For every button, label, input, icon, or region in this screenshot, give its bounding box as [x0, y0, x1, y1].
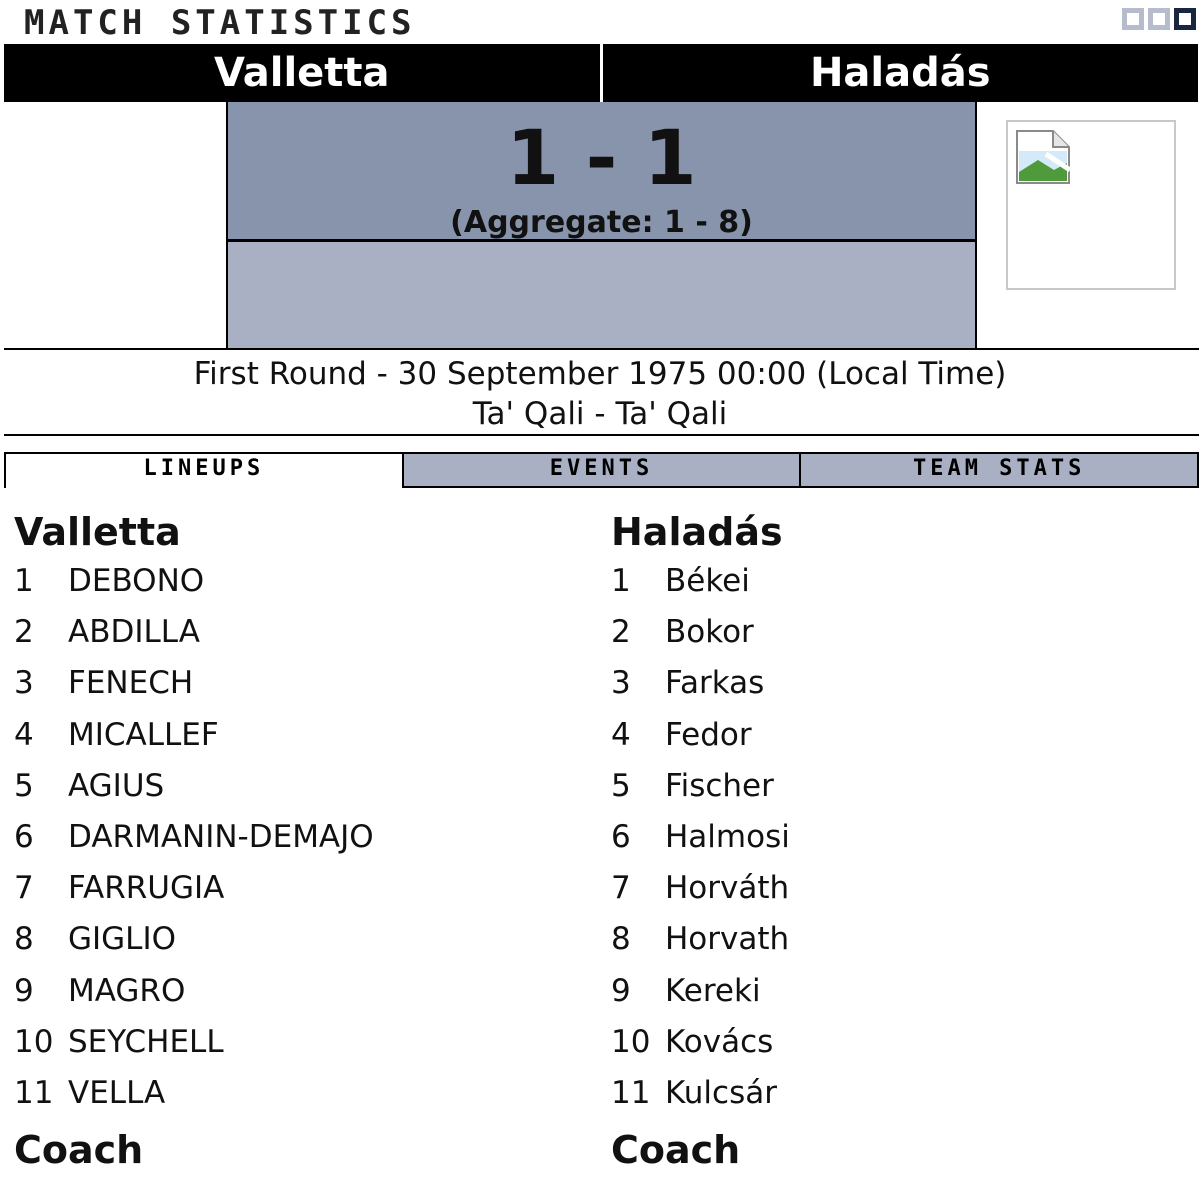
player-name: Bokor [665, 614, 754, 651]
player-number: 8 [14, 921, 34, 958]
player-name: SEYCHELL [68, 1023, 224, 1060]
player-number: 10 [14, 1023, 54, 1060]
home-coach-label: Coach [14, 1128, 144, 1172]
player-number: 7 [14, 870, 34, 907]
player-number: 10 [611, 1023, 651, 1060]
divider [4, 348, 1199, 350]
stats-tabs: LINEUPS EVENTS TEAM STATS [4, 452, 1200, 488]
match-round-date: First Round - 30 September 1975 00:00 (L… [193, 356, 1007, 392]
final-score: 1 - 1 [506, 113, 697, 202]
window-control-icon[interactable] [1122, 8, 1144, 30]
player-number: 4 [14, 716, 34, 753]
player-name: Kereki [665, 972, 761, 1009]
player-row: 2 Bokor [611, 610, 1171, 661]
player-row: 10 Kovács [611, 1020, 1171, 1071]
player-number: 2 [611, 614, 631, 651]
player-row: 1 Békei [611, 559, 1171, 610]
goal-details-area [228, 242, 975, 348]
player-name: Békei [665, 563, 750, 599]
score-display: 1 - 1 (Aggregate: 1 - 8) [228, 102, 975, 242]
score-panel: 1 - 1 (Aggregate: 1 - 8) [226, 102, 977, 348]
player-row: 6 Halmosi [611, 815, 1171, 866]
player-name: MICALLEF [68, 716, 219, 753]
player-row: 7 Horváth [611, 866, 1171, 917]
player-row: 11 Kulcsár [611, 1071, 1171, 1122]
player-number: 3 [611, 665, 631, 702]
player-row: 6 DARMANIN-DEMAJO [14, 815, 574, 866]
player-name: Horváth [665, 870, 790, 907]
player-name: Fischer [665, 767, 774, 804]
tab-team-stats[interactable]: TEAM STATS [799, 452, 1200, 488]
player-name: VELLA [68, 1074, 166, 1111]
home-lineup: Valletta 1 DEBONO 2 ABDILLA 3 FENECH 4 MICAL… [14, 508, 574, 1122]
player-row: 9 MAGRO [14, 969, 574, 1020]
player-name: Fedor [665, 716, 752, 753]
away-coach-label: Coach [611, 1128, 741, 1172]
player-row: 11 VELLA [14, 1071, 574, 1122]
player-row: 5 AGIUS [14, 764, 574, 815]
player-row: 8 Horvath [611, 917, 1171, 968]
player-number: 9 [14, 972, 34, 1009]
divider [4, 434, 1199, 436]
player-row: 10 SEYCHELL [14, 1020, 574, 1071]
player-row: 4 MICALLEF [14, 713, 574, 764]
player-name: AGIUS [68, 767, 165, 804]
player-name: Halmosi [665, 818, 790, 855]
away-lineup-team-name: Haladás [611, 510, 783, 554]
player-number: 5 [14, 767, 34, 804]
player-number: 6 [14, 818, 34, 855]
away-player-list: 1 Békei 2 Bokor 3 Farkas 4 Fedor 5 Fischer 6H… [611, 559, 1171, 1122]
match-venue: Ta' Qali - Ta' Qali [472, 396, 728, 432]
player-name: Kulcsár [665, 1074, 777, 1111]
player-number: 9 [611, 972, 631, 1009]
player-number: 1 [611, 563, 631, 599]
away-team-name: Haladás [809, 50, 991, 96]
player-name: GIGLIO [68, 921, 177, 958]
away-lineup: Haladás 1 Békei 2 Bokor 3 Farkas 4 Fedor 5 Fi… [611, 508, 1171, 1122]
player-row: 9 Kereki [611, 969, 1171, 1020]
player-row: 1 DEBONO [14, 559, 574, 610]
player-name: Horvath [665, 921, 790, 958]
aggregate-score: (Aggregate: 1 - 8) [450, 205, 753, 240]
broken-image-icon [1016, 130, 1070, 184]
tab-lineups[interactable]: LINEUPS [4, 452, 404, 488]
player-row: 5 Fischer [611, 764, 1171, 815]
player-number: 11 [611, 1074, 651, 1111]
player-number: 4 [611, 716, 631, 753]
team-header-bar: Valletta Haladás [4, 44, 1198, 102]
player-name: Kovács [665, 1023, 774, 1060]
home-player-list: 1 DEBONO 2 ABDILLA 3 FENECH 4 MICALLEF 5 AGIU… [14, 559, 574, 1122]
player-number: 5 [611, 767, 631, 804]
player-name: FARRUGIA [68, 870, 225, 907]
player-number: 1 [14, 563, 34, 599]
home-team-name: Valletta [4, 44, 603, 102]
home-lineup-team-name: Valletta [14, 510, 181, 554]
window-controls [1122, 8, 1196, 30]
player-row: 4 Fedor [611, 713, 1171, 764]
tab-events[interactable]: EVENTS [401, 452, 802, 488]
player-name: MAGRO [68, 972, 186, 1009]
player-number: 8 [611, 921, 631, 958]
player-name: ABDILLA [68, 614, 200, 651]
page-title: MATCH STATISTICS [24, 3, 416, 43]
window-control-icon[interactable] [1148, 8, 1170, 30]
player-number: 6 [611, 818, 631, 855]
player-name: DEBONO [68, 563, 205, 599]
player-name: Farkas [665, 665, 765, 702]
window-control-icon[interactable] [1174, 8, 1196, 30]
player-row: 7 FARRUGIA [14, 866, 574, 917]
player-number: 11 [14, 1074, 54, 1111]
match-image [1006, 120, 1176, 290]
player-number: 2 [14, 614, 34, 651]
player-name: FENECH [68, 665, 194, 702]
player-row: 3 FENECH [14, 661, 574, 712]
player-row: 2 ABDILLA [14, 610, 574, 661]
player-row: 8 GIGLIO [14, 917, 574, 968]
player-number: 3 [14, 665, 34, 702]
player-number: 7 [611, 870, 631, 907]
player-name: DARMANIN-DEMAJO [68, 818, 374, 855]
player-row: 3 Farkas [611, 661, 1171, 712]
